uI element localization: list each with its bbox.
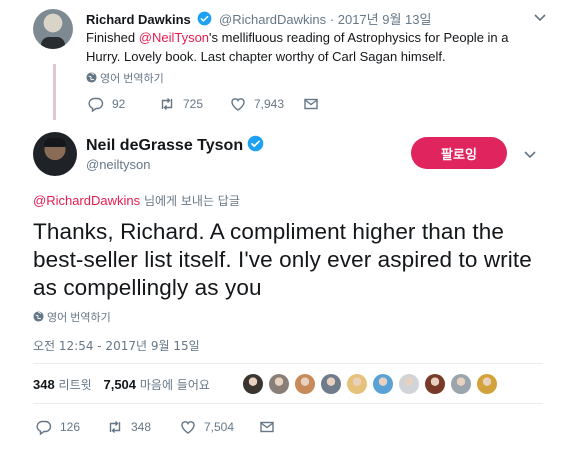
like-stat-label: 마음에 들어요 bbox=[139, 378, 210, 392]
message-icon bbox=[260, 421, 274, 433]
like-icon bbox=[181, 421, 195, 434]
liker-avatar[interactable] bbox=[425, 374, 445, 394]
reply-button[interactable]: 92 bbox=[88, 96, 159, 112]
retweet-stat-label: 리트윗 bbox=[58, 378, 92, 392]
liker-avatar[interactable] bbox=[321, 374, 341, 394]
tweet-timestamp[interactable]: 오전 12:54 - 2017년 9월 15일 bbox=[33, 337, 200, 354]
parent-author-handle[interactable]: @RichardDawkins bbox=[219, 12, 326, 27]
retweet-stat[interactable]: 348 리트윗 bbox=[33, 377, 92, 392]
liker-avatar[interactable] bbox=[477, 374, 497, 394]
translate-tweet-link[interactable]: 영어 번역하기 bbox=[33, 309, 111, 325]
like-icon bbox=[231, 98, 245, 111]
liker-avatar[interactable] bbox=[295, 374, 315, 394]
main-tweet-actions: 126 348 7,504 bbox=[36, 419, 283, 435]
liker-avatars bbox=[243, 374, 503, 394]
like-count: 7,504 bbox=[204, 420, 235, 434]
parent-tweet-header: Richard Dawkins @RichardDawkins · 2017년 … bbox=[86, 9, 431, 28]
main-tweet-text: Thanks, Richard. A compliment higher tha… bbox=[33, 219, 532, 300]
like-button[interactable]: 7,504 bbox=[180, 419, 259, 435]
liker-avatar[interactable] bbox=[451, 374, 471, 394]
main-author-handle[interactable]: @neiltyson bbox=[86, 157, 151, 172]
parent-tweet-actions: 92 725 7,943 bbox=[88, 96, 327, 112]
liker-avatar[interactable] bbox=[347, 374, 367, 394]
translate-label: 영어 번역하기 bbox=[47, 312, 111, 324]
liker-avatar[interactable] bbox=[243, 374, 263, 394]
richard-dawkins-avatar[interactable] bbox=[33, 9, 73, 49]
parent-author-name[interactable]: Richard Dawkins bbox=[86, 12, 191, 27]
reply-count: 126 bbox=[60, 420, 81, 434]
reply-button[interactable]: 126 bbox=[36, 419, 107, 435]
direct-message-button[interactable] bbox=[303, 96, 327, 112]
reply-count: 92 bbox=[112, 97, 126, 111]
main-author-name[interactable]: Neil deGrasse Tyson bbox=[86, 135, 267, 155]
following-button[interactable]: 팔로잉 bbox=[411, 137, 507, 169]
reply-icon bbox=[36, 420, 52, 435]
mention-link[interactable]: @NeilTyson bbox=[139, 30, 209, 45]
parent-tweet-text: Finished @NeilTyson's mellifluous readin… bbox=[86, 28, 546, 66]
retweet-button[interactable]: 348 bbox=[107, 419, 180, 435]
retweet-button[interactable]: 725 bbox=[159, 96, 230, 112]
main-author-name-text: Neil deGrasse Tyson bbox=[86, 137, 244, 154]
globe-icon bbox=[86, 72, 97, 83]
translate-tweet-link[interactable]: 영어 번역하기 bbox=[86, 70, 164, 86]
separator-dot: · bbox=[329, 12, 335, 27]
divider bbox=[33, 363, 543, 364]
neil-degrasse-tyson-avatar[interactable] bbox=[33, 132, 77, 176]
like-count: 7,943 bbox=[254, 97, 285, 111]
direct-message-button[interactable] bbox=[259, 419, 283, 435]
replying-to-line: @RichardDawkins 님에게 보내는 답글 bbox=[33, 192, 240, 209]
divider bbox=[33, 403, 543, 404]
liker-avatar[interactable] bbox=[399, 374, 419, 394]
chevron-down-icon[interactable] bbox=[522, 146, 538, 162]
liker-avatar[interactable] bbox=[373, 374, 393, 394]
parent-text-part: Finished bbox=[86, 30, 139, 45]
retweet-icon bbox=[109, 421, 121, 433]
globe-icon bbox=[33, 311, 44, 322]
message-icon bbox=[304, 98, 318, 110]
retweet-stat-count: 348 bbox=[33, 377, 55, 392]
translate-label: 영어 번역하기 bbox=[100, 73, 164, 85]
verified-badge-icon bbox=[247, 135, 264, 152]
verified-badge-icon bbox=[198, 11, 212, 26]
thread-connector-line bbox=[53, 64, 56, 120]
retweet-icon bbox=[161, 98, 173, 110]
like-stat[interactable]: 7,504 마음에 들어요 bbox=[103, 377, 210, 392]
chevron-down-icon[interactable] bbox=[532, 9, 548, 25]
like-stat-count: 7,504 bbox=[103, 377, 137, 392]
reply-to-mention-link[interactable]: @RichardDawkins bbox=[33, 193, 140, 208]
parent-tweet-date[interactable]: 2017년 9월 13일 bbox=[338, 12, 432, 27]
like-button[interactable]: 7,943 bbox=[230, 96, 303, 112]
tweet-stats: 348 리트윗 7,504 마음에 들어요 bbox=[33, 376, 210, 393]
liker-avatar[interactable] bbox=[269, 374, 289, 394]
retweet-count: 725 bbox=[183, 97, 204, 111]
reply-to-suffix: 님에게 보내는 답글 bbox=[140, 194, 240, 208]
reply-icon bbox=[88, 97, 104, 112]
retweet-count: 348 bbox=[131, 420, 152, 434]
